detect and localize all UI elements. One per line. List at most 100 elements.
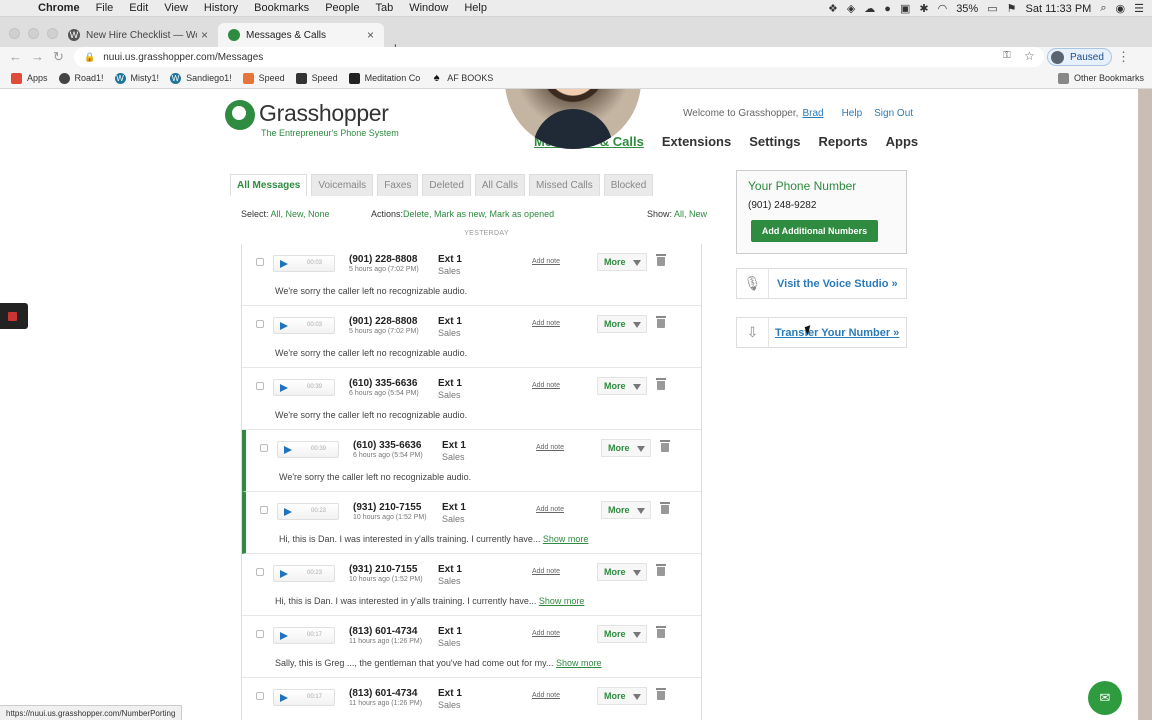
menu-history[interactable]: History [196, 2, 246, 14]
chat-icon[interactable]: ✉ [1088, 681, 1122, 715]
tab-all-messages[interactable]: All Messages [230, 174, 308, 196]
add-note-link[interactable]: Add note [532, 630, 560, 637]
trash-icon[interactable] [656, 564, 666, 576]
bookmark-speed-2[interactable]: Speed [295, 72, 338, 84]
message-row[interactable]: 00:23 (931) 210-7155 10 hours ago (1:52 PM… [242, 554, 701, 616]
add-note-link[interactable]: Add note [532, 258, 560, 265]
row-checkbox[interactable] [256, 692, 264, 700]
more-dropdown[interactable]: More [597, 377, 647, 395]
trash-icon[interactable] [656, 626, 666, 638]
address-bar[interactable]: 🔒 nuui.us.grasshopper.com/Messages [74, 47, 1044, 67]
record-widget-icon[interactable] [0, 303, 28, 329]
menu-chrome[interactable]: Chrome [30, 2, 88, 14]
url-text[interactable]: nuui.us.grasshopper.com/Messages [103, 52, 263, 63]
back-icon[interactable]: ← [9, 49, 22, 64]
message-row[interactable]: 00:03 (901) 228-8808 5 hours ago (7:02 PM)… [242, 244, 701, 306]
select-options[interactable]: All, New, None [271, 209, 330, 219]
trash-icon[interactable] [660, 502, 670, 514]
menu-edit[interactable]: Edit [121, 2, 156, 14]
tab-faxes[interactable]: Faxes [377, 174, 419, 196]
tab-messages-calls[interactable]: Messages & Calls × [218, 23, 384, 47]
message-row[interactable]: 00:17 (813) 601-4734 11 hours ago (1:26 PM… [242, 616, 701, 678]
menu-tab[interactable]: Tab [367, 2, 401, 14]
menu-view[interactable]: View [156, 2, 196, 14]
message-row[interactable]: 00:39 (610) 335-6636 6 hours ago (5:54 PM)… [242, 368, 701, 430]
menubar-clock[interactable]: Sat 11:33 PM [1026, 3, 1092, 15]
trash-icon[interactable] [656, 688, 666, 700]
grasshopper-logo[interactable]: Grasshopper The Entrepreneur's Phone Sys… [225, 100, 399, 138]
forward-icon[interactable]: → [31, 49, 44, 64]
dropbox-icon[interactable]: ❖ [828, 2, 838, 15]
lock-icon[interactable]: 🔒 [84, 52, 95, 63]
audio-player[interactable]: 00:23 [277, 503, 339, 520]
row-checkbox[interactable] [256, 320, 264, 328]
audio-player[interactable]: 00:03 [273, 255, 335, 272]
actions-options[interactable]: Delete, Mark as new, Mark as opened [403, 209, 554, 219]
play-icon[interactable] [280, 260, 288, 268]
profile-button[interactable]: Paused [1047, 48, 1112, 66]
audio-player[interactable]: 00:03 [273, 317, 335, 334]
show-options[interactable]: All, New [674, 209, 707, 219]
wifi-icon[interactable]: ◠ [938, 2, 948, 15]
trash-icon[interactable] [656, 378, 666, 390]
voice-studio-label[interactable]: Visit the Voice Studio » [777, 278, 898, 290]
play-icon[interactable] [284, 446, 292, 454]
show-more-link[interactable]: Show more [539, 596, 585, 606]
tab-missed-calls[interactable]: Missed Calls [529, 174, 600, 196]
audio-player[interactable]: 00:17 [273, 689, 335, 706]
page-scrollbar[interactable] [1138, 89, 1152, 720]
close-window-icon[interactable] [9, 28, 20, 39]
add-note-link[interactable]: Add note [532, 692, 560, 699]
bookmark-speed-1[interactable]: Speed [242, 72, 285, 84]
bookmark-af-books[interactable]: ♠ AF BOOKS [431, 72, 493, 84]
vpn-icon[interactable]: ◈ [847, 2, 855, 15]
play-icon[interactable] [280, 322, 288, 330]
tab-voicemails[interactable]: Voicemails [311, 174, 374, 196]
show-more-link[interactable]: Show more [556, 658, 602, 668]
add-note-link[interactable]: Add note [536, 506, 564, 513]
bookmark-sandiego1[interactable]: W Sandiego1! [170, 72, 232, 84]
play-icon[interactable] [284, 508, 292, 516]
more-dropdown[interactable]: More [597, 253, 647, 271]
play-icon[interactable] [280, 694, 288, 702]
bluetooth-icon[interactable]: ✱ [919, 2, 928, 15]
menu-bookmarks[interactable]: Bookmarks [246, 2, 317, 14]
bookmark-apps[interactable]: Apps [11, 72, 48, 84]
more-dropdown[interactable]: More [601, 501, 651, 519]
audio-player[interactable]: 00:39 [273, 379, 335, 396]
add-note-link[interactable]: Add note [532, 320, 560, 327]
more-dropdown[interactable]: More [597, 687, 647, 705]
nav-settings[interactable]: Settings [749, 134, 800, 149]
help-link[interactable]: Help [842, 108, 863, 119]
trash-icon[interactable] [656, 254, 666, 266]
menu-file[interactable]: File [88, 2, 122, 14]
row-checkbox[interactable] [256, 382, 264, 390]
display-icon[interactable]: ▣ [900, 2, 910, 15]
menu-help[interactable]: Help [456, 2, 495, 14]
message-row[interactable]: 00:39 (610) 335-6636 6 hours ago (5:54 PM)… [242, 430, 701, 492]
reload-icon[interactable]: ↻ [53, 49, 64, 65]
tab-blocked[interactable]: Blocked [603, 174, 654, 196]
chrome-menu-icon[interactable]: ⋮ [1117, 49, 1130, 65]
add-note-link[interactable]: Add note [532, 568, 560, 575]
tab-new-hire-checklist[interactable]: W New Hire Checklist — Wonder × [58, 23, 218, 47]
add-note-link[interactable]: Add note [532, 382, 560, 389]
bookmark-road1[interactable]: Road1! [58, 72, 104, 84]
play-icon[interactable] [280, 384, 288, 392]
cloud-icon[interactable]: ☁ [864, 2, 875, 15]
trash-icon[interactable] [660, 440, 670, 452]
message-row[interactable]: 00:23 (931) 210-7155 10 hours ago (1:52 PM… [242, 492, 701, 554]
other-bookmarks[interactable]: Other Bookmarks [1057, 72, 1144, 84]
row-checkbox[interactable] [256, 630, 264, 638]
close-tab-icon[interactable]: × [367, 28, 374, 42]
audio-player[interactable]: 00:17 [273, 627, 335, 644]
show-more-link[interactable]: Show more [543, 534, 589, 544]
key-icon[interactable]: ⚿ [1003, 50, 1011, 61]
zoom-window-icon[interactable] [47, 28, 58, 39]
audio-player[interactable]: 00:23 [273, 565, 335, 582]
add-numbers-button[interactable]: Add Additional Numbers [751, 220, 878, 242]
transfer-label[interactable]: Transfer Your Number » [775, 327, 899, 339]
nav-apps[interactable]: Apps [886, 134, 919, 149]
row-checkbox[interactable] [256, 568, 264, 576]
message-row[interactable]: 00:03 (901) 228-8808 5 hours ago (7:02 PM)… [242, 306, 701, 368]
